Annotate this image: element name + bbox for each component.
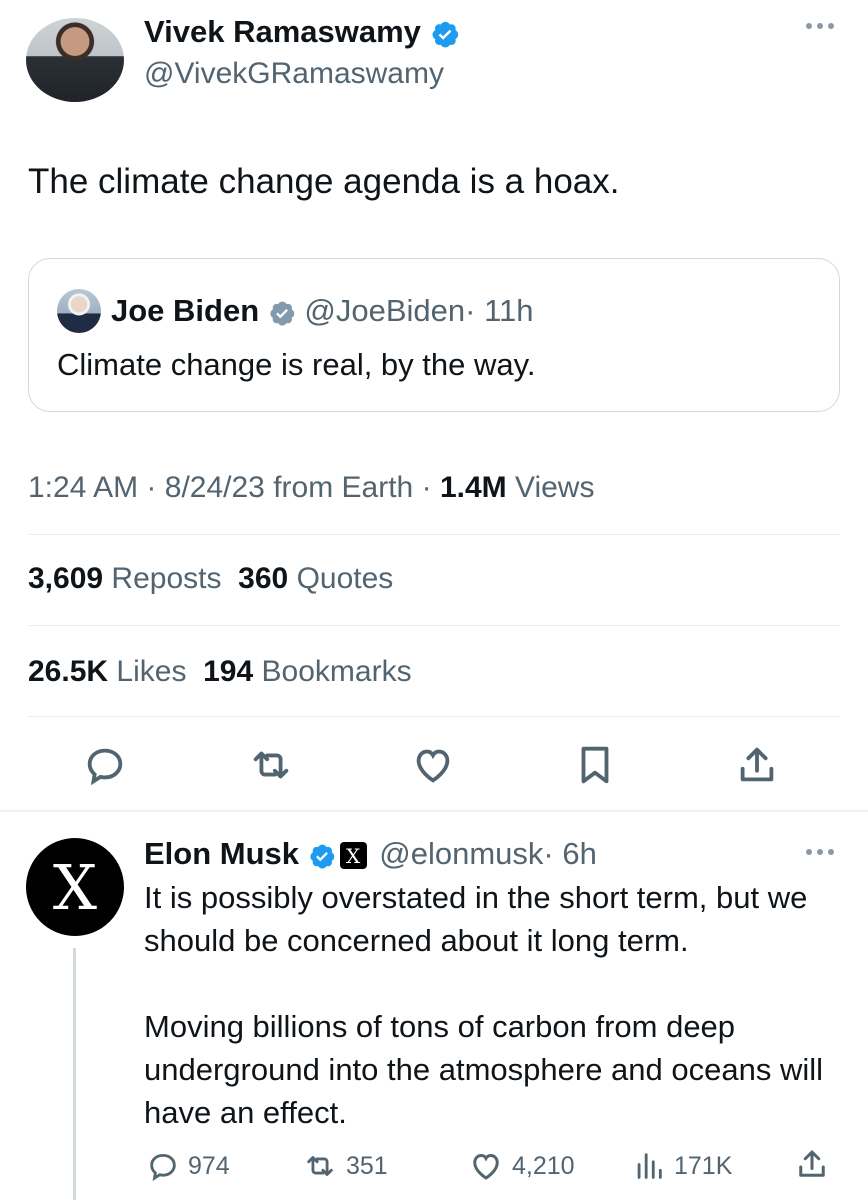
repost-icon xyxy=(253,751,289,779)
likes-label: Likes xyxy=(116,655,187,688)
reply-author-avatar[interactable]: X xyxy=(26,838,124,936)
reply-paragraph: It is possibly overstated in the short t… xyxy=(144,880,808,958)
views-count: 1.4M xyxy=(439,471,507,504)
quotes-count: 360 xyxy=(238,562,289,595)
stats-row-reposts: 3,609 Reposts 360 Quotes xyxy=(28,557,393,601)
reply-repost-button[interactable]: 351 xyxy=(302,1146,388,1186)
author-handle[interactable]: @VivekGRamaswamy xyxy=(144,54,444,94)
repost-icon xyxy=(307,1156,333,1176)
author-name-text[interactable]: Vivek Ramaswamy xyxy=(144,14,421,49)
reply-time: · 6h xyxy=(543,836,597,871)
tweet-source: from Earth xyxy=(273,471,414,504)
views-icon xyxy=(637,1153,662,1179)
reply-paragraph: Moving billions of tons of carbon from d… xyxy=(144,1009,824,1130)
like-icon xyxy=(473,1153,499,1180)
like-count: 4,210 xyxy=(512,1152,575,1180)
share-icon xyxy=(799,1150,825,1177)
bookmarks-stat[interactable]: 194 Bookmarks xyxy=(203,655,411,688)
repost-button[interactable] xyxy=(246,740,296,790)
like-icon xyxy=(416,749,450,783)
bookmarks-label: Bookmarks xyxy=(261,655,412,688)
reply-replies-button[interactable]: 974 xyxy=(146,1146,230,1186)
reply-count: 974 xyxy=(188,1152,230,1180)
reply-icon xyxy=(150,1153,176,1181)
bookmark-button[interactable] xyxy=(570,740,620,790)
share-button[interactable] xyxy=(732,740,782,790)
quoted-tweet-header: Joe Biden @JoeBiden· 11h xyxy=(111,289,534,333)
stats-row-likes: 26.5K Likes 194 Bookmarks xyxy=(28,650,412,694)
reposts-count: 3,609 xyxy=(28,562,104,595)
reply-header: Elon Musk X @elonmusk· 6h xyxy=(144,832,597,876)
like-button[interactable] xyxy=(408,740,458,790)
views-label: Views xyxy=(514,471,595,504)
reply-button[interactable] xyxy=(80,740,130,790)
quoted-tweet-card[interactable]: Joe Biden @JoeBiden· 11h Climate change … xyxy=(28,258,840,412)
likes-count: 26.5K xyxy=(28,655,109,688)
meta-separator: · xyxy=(421,471,432,504)
tweet-meta: 1:24 AM · 8/24/23 from Earth · 1.4M View… xyxy=(28,466,594,510)
author-name[interactable]: Vivek Ramaswamy xyxy=(144,12,460,52)
quoted-time: · 11h xyxy=(465,293,534,328)
verified-badge-icon xyxy=(270,301,295,326)
reply-share-button[interactable] xyxy=(794,1146,830,1182)
share-icon xyxy=(740,747,774,782)
tweet-time[interactable]: 1:24 AM xyxy=(28,471,138,504)
author-avatar[interactable] xyxy=(26,18,124,102)
reposts-label: Reposts xyxy=(111,562,222,595)
section-separator xyxy=(0,810,868,812)
reply-views-button[interactable]: 171K xyxy=(632,1146,732,1186)
bookmarks-count: 194 xyxy=(203,655,254,688)
reposts-stat[interactable]: 3,609 Reposts xyxy=(28,562,221,595)
repost-count: 351 xyxy=(346,1152,388,1180)
tweet-date[interactable]: 8/24/23 xyxy=(165,471,265,504)
quotes-label: Quotes xyxy=(296,562,394,595)
views-count: 171K xyxy=(674,1152,733,1180)
quoted-author-avatar[interactable] xyxy=(57,289,101,333)
reply-like-button[interactable]: 4,210 xyxy=(468,1146,575,1186)
tweet-text: The climate change agenda is a hoax. xyxy=(28,162,620,201)
quoted-author-handle[interactable]: @JoeBiden xyxy=(304,293,465,328)
affiliate-badge-icon: X xyxy=(339,842,367,870)
x-logo-icon: X xyxy=(52,850,98,924)
quoted-tweet-text: Climate change is real, by the way. xyxy=(57,347,536,382)
reply-text: It is possibly overstated in the short t… xyxy=(144,876,844,1177)
divider xyxy=(28,716,840,717)
reply-author-handle[interactable]: @elonmusk xyxy=(379,836,543,871)
verified-badge-icon xyxy=(310,844,334,869)
likes-stat[interactable]: 26.5K Likes xyxy=(28,655,186,688)
verified-badge-icon xyxy=(432,21,458,48)
quoted-author-name[interactable]: Joe Biden xyxy=(111,293,259,328)
reply-icon xyxy=(87,748,123,786)
quotes-stat[interactable]: 360 Quotes xyxy=(238,562,393,595)
divider xyxy=(28,625,840,626)
meta-separator: · xyxy=(146,471,157,504)
more-options-icon[interactable] xyxy=(804,20,836,32)
bookmark-icon xyxy=(581,746,609,784)
reply-author-name[interactable]: Elon Musk xyxy=(144,836,299,871)
thread-line xyxy=(73,948,76,1200)
divider xyxy=(28,534,840,535)
reply-more-options-icon[interactable] xyxy=(804,846,836,858)
